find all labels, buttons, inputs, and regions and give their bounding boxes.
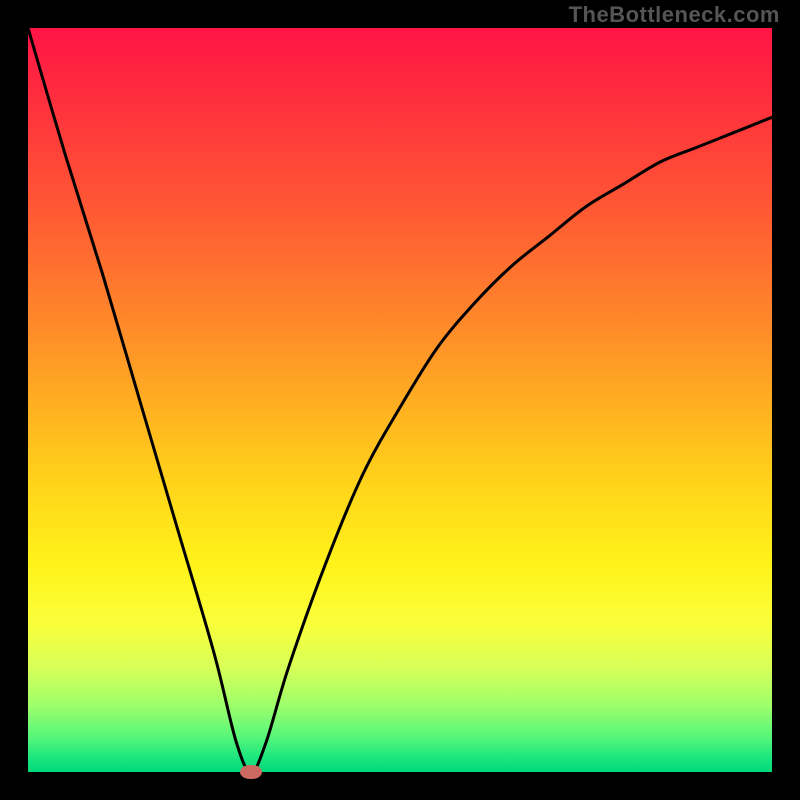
plot-area [28, 28, 772, 772]
curve-svg [28, 28, 772, 772]
optimal-point-marker [240, 765, 262, 779]
chart-container: TheBottleneck.com [0, 0, 800, 800]
bottleneck-curve-path [28, 28, 772, 772]
watermark-text: TheBottleneck.com [569, 2, 780, 28]
